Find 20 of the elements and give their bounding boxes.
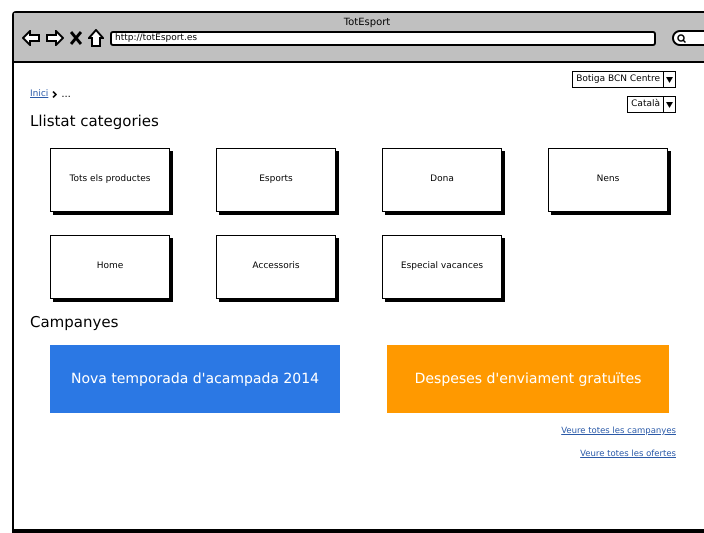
link[interactable]: Veure totes les campanyes [561,425,676,438]
dropdown[interactable]: Català [627,96,676,113]
breadcrumb-item: ... [61,88,71,102]
search-field[interactable] [672,30,704,46]
address-field[interactable]: http://totEsport.es [110,30,656,46]
section-heading: Campanyes [30,312,120,332]
caret-icon [666,102,673,108]
section-heading: Llistat categories [30,111,160,132]
chevron-icon [52,91,58,98]
forward-icon[interactable] [46,30,64,46]
search-icon [677,34,686,42]
home-icon[interactable] [88,29,104,47]
window-title: TotEsport [342,16,392,29]
breadcrumb-link[interactable]: Inici [30,88,48,102]
back-icon[interactable] [22,30,40,46]
link[interactable]: Veure totes les ofertes [580,448,676,460]
caret-icon [666,76,673,82]
dropdown[interactable]: Botiga BCN Centre [572,71,676,88]
campaign-banner[interactable]: Nova temporada d'acampada 2014 [50,345,340,413]
close-icon[interactable] [70,31,82,45]
